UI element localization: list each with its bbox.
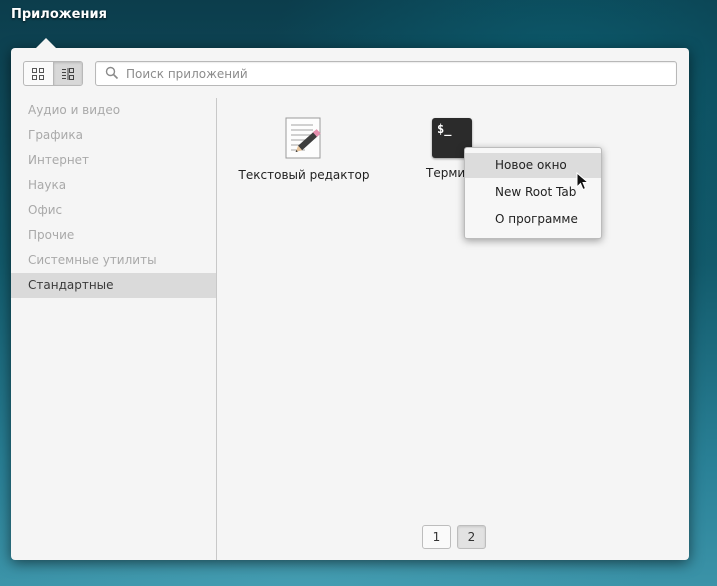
category-office[interactable]: Офис <box>11 198 216 223</box>
grid-icon <box>32 67 45 80</box>
popover-arrow <box>36 38 56 48</box>
app-text-editor[interactable]: Текстовый редактор <box>234 116 374 182</box>
applications-popover: Аудио и видео Графика Интернет Наука Офи… <box>11 38 689 560</box>
pagination: 1 2 <box>422 525 486 549</box>
search-box <box>95 61 677 86</box>
category-system-tools[interactable]: Системные утилиты <box>11 248 216 273</box>
grid-view-button[interactable] <box>24 62 53 85</box>
menu-item-about[interactable]: О программе <box>465 207 601 232</box>
category-audio-video[interactable]: Аудио и видео <box>11 98 216 123</box>
category-view-button[interactable] <box>52 62 82 85</box>
top-panel: Приложения <box>0 0 717 30</box>
page-button-2[interactable]: 2 <box>457 525 486 549</box>
category-graphics[interactable]: Графика <box>11 123 216 148</box>
search-input[interactable] <box>126 62 666 85</box>
category-sidebar: Аудио и видео Графика Интернет Наука Офи… <box>11 98 216 560</box>
applications-menu-button[interactable]: Приложения <box>11 7 107 22</box>
category-other[interactable]: Прочие <box>11 223 216 248</box>
terminal-icon-prompt: $_ <box>437 122 452 136</box>
search-icon <box>105 66 119 80</box>
page-button-1[interactable]: 1 <box>422 525 451 549</box>
mouse-cursor-icon <box>576 172 590 191</box>
sidebar-divider <box>216 98 217 560</box>
text-editor-icon <box>285 117 321 159</box>
category-internet[interactable]: Интернет <box>11 148 216 173</box>
view-mode-switcher <box>23 61 83 86</box>
category-accessories[interactable]: Стандартные <box>11 273 216 298</box>
app-label: Текстовый редактор <box>238 168 370 182</box>
app-context-menu: Новое окно New Root Tab О программе <box>464 147 602 239</box>
category-science[interactable]: Наука <box>11 173 216 198</box>
category-list-icon <box>61 67 74 80</box>
